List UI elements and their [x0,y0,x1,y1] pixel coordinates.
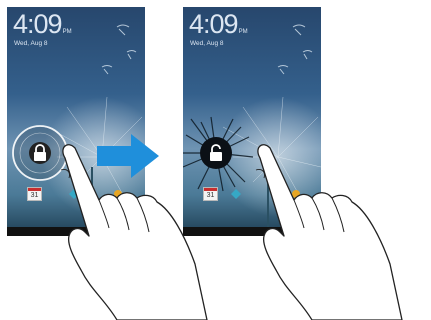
app-icon [69,189,79,199]
lock-screen-before: 4:09PM Wed, Aug 8 31 [7,7,145,236]
arrow-right-icon [97,134,159,178]
clock-date: Wed, Aug 8 [14,40,48,47]
clock-date: Wed, Aug 8 [190,40,224,47]
lock-screen-after: 4:09PM Wed, Aug 8 31 [183,7,321,236]
app-icon [114,190,122,198]
lock-icon[interactable] [31,143,49,163]
calendar-icon: 31 [27,187,42,201]
app-icon [292,190,300,198]
clock-time: 4:09PM [189,9,248,39]
clock-time: 4:09PM [13,9,72,39]
navigation-bar [183,227,321,236]
calendar-icon: 31 [203,187,218,201]
app-icon [231,189,241,199]
navigation-bar [7,227,145,236]
unlock-icon[interactable] [207,143,225,163]
